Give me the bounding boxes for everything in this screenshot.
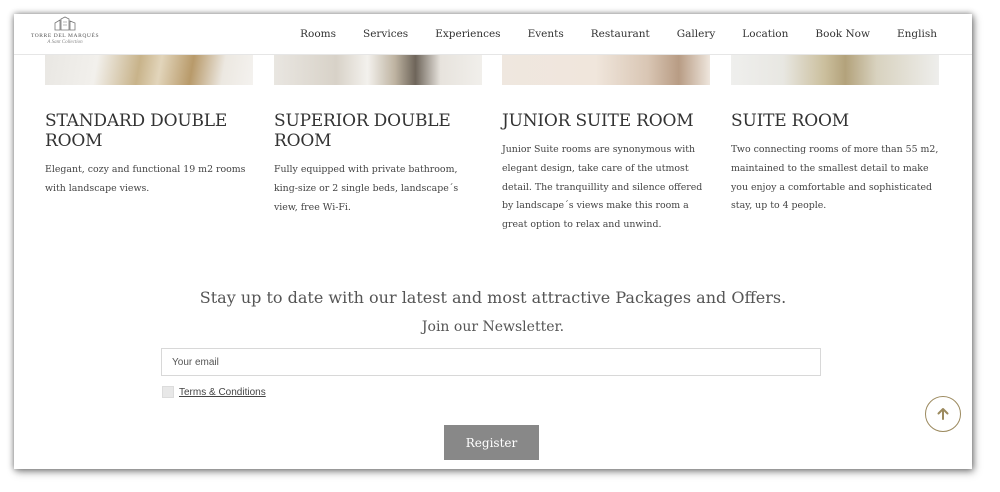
scroll-top-button[interactable] bbox=[925, 396, 961, 432]
terms-link[interactable]: Terms & Conditions bbox=[179, 387, 266, 398]
room-image-standard-double[interactable] bbox=[45, 54, 253, 85]
nav-services[interactable]: Services bbox=[363, 28, 408, 40]
browser-page: TORRE DEL MARQUÉS A Sant Collection Room… bbox=[14, 14, 972, 469]
room-image-suite[interactable] bbox=[731, 54, 939, 85]
room-image-junior-suite[interactable] bbox=[502, 54, 710, 85]
arrow-up-icon bbox=[937, 408, 949, 420]
room-card-standard-double: STANDARD DOUBLE ROOM Elegant, cozy and f… bbox=[45, 111, 255, 199]
nav-location[interactable]: Location bbox=[742, 28, 788, 40]
room-card-junior-suite: JUNIOR SUITE ROOM Junior Suite rooms are… bbox=[502, 111, 712, 235]
room-description: Junior Suite rooms are synonymous with e… bbox=[502, 144, 703, 231]
newsletter-subtitle: Join our Newsletter. bbox=[421, 319, 565, 335]
language-selector[interactable]: English bbox=[897, 28, 937, 40]
room-card-suite: SUITE ROOM Two connecting rooms of more … bbox=[731, 111, 941, 216]
terms-checkbox[interactable] bbox=[162, 386, 174, 398]
room-description: Fully equipped with private bathroom, ki… bbox=[274, 164, 459, 213]
tower-logo-icon bbox=[54, 16, 76, 31]
room-title[interactable]: JUNIOR SUITE ROOM bbox=[502, 111, 712, 131]
register-button[interactable]: Register bbox=[444, 425, 539, 460]
nav-book-now[interactable]: Book Now bbox=[815, 28, 870, 40]
terms-row: Terms & Conditions bbox=[162, 386, 266, 398]
nav-events[interactable]: Events bbox=[528, 28, 564, 40]
nav-restaurant[interactable]: Restaurant bbox=[591, 28, 650, 40]
logo-name: TORRE DEL MARQUÉS bbox=[30, 33, 100, 39]
nav-experiences[interactable]: Experiences bbox=[435, 28, 500, 40]
room-title[interactable]: STANDARD DOUBLE ROOM bbox=[45, 111, 255, 151]
site-header: TORRE DEL MARQUÉS A Sant Collection Room… bbox=[14, 14, 972, 55]
room-title[interactable]: SUITE ROOM bbox=[731, 111, 941, 131]
site-logo[interactable]: TORRE DEL MARQUÉS A Sant Collection bbox=[22, 16, 108, 52]
main-nav: Rooms Services Experiences Events Restau… bbox=[273, 14, 972, 54]
room-image-superior-double[interactable] bbox=[274, 54, 482, 85]
nav-gallery[interactable]: Gallery bbox=[677, 28, 716, 40]
email-input[interactable] bbox=[161, 348, 821, 376]
logo-tagline: A Sant Collection bbox=[47, 40, 83, 45]
room-title[interactable]: SUPERIOR DOUBLE ROOM bbox=[274, 111, 484, 151]
nav-rooms[interactable]: Rooms bbox=[300, 28, 336, 40]
room-card-superior-double: SUPERIOR DOUBLE ROOM Fully equipped with… bbox=[274, 111, 484, 217]
room-description: Two connecting rooms of more than 55 m2,… bbox=[731, 144, 939, 212]
newsletter-title: Stay up to date with our latest and most… bbox=[199, 288, 787, 307]
room-description: Elegant, cozy and functional 19 m2 rooms… bbox=[45, 164, 246, 194]
